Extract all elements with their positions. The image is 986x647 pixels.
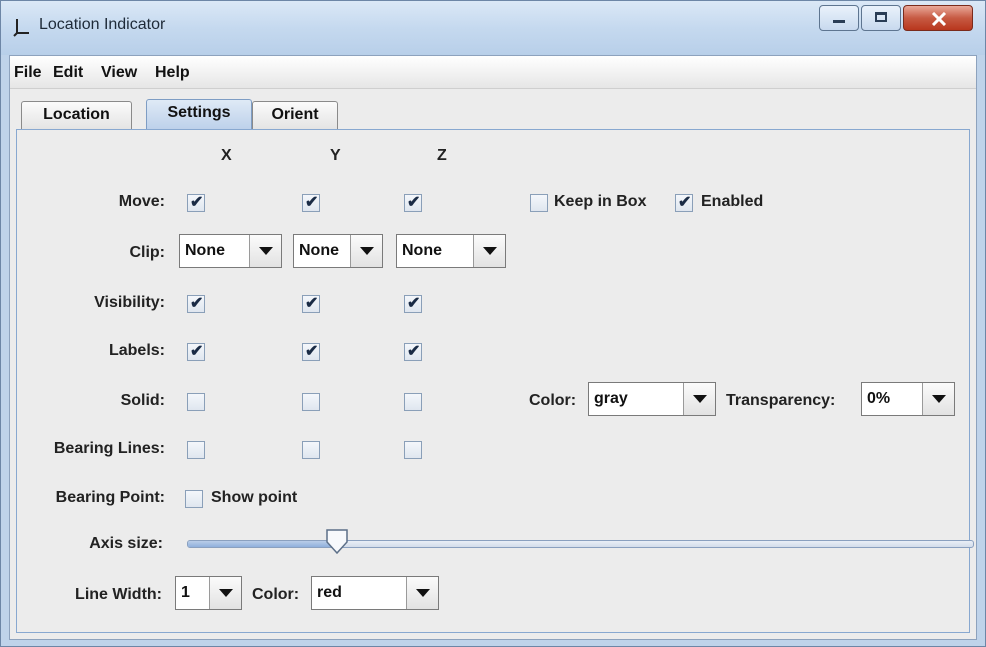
client-area: File Edit View Help Location Settings Or… [9,55,977,640]
line-width-dropdown-button[interactable] [209,577,241,609]
line-color-label: Color: [252,586,300,603]
clip-label: Clip: [129,244,165,261]
line-color-value: red [317,584,342,601]
labels-label: Labels: [108,342,165,359]
visibility-z-checkbox[interactable]: ✔ [404,295,422,313]
enabled-label: Enabled [701,193,764,210]
visibility-y-checkbox[interactable]: ✔ [302,295,320,313]
clip-z-value: None [402,242,442,259]
transparency-label: Transparency: [726,392,836,409]
bearing-lines-z-checkbox[interactable] [404,441,422,459]
menu-help[interactable]: Help [155,64,190,82]
check-icon: ✔ [305,194,319,211]
chevron-down-icon [483,247,497,255]
maximize-button[interactable] [861,5,901,31]
chevron-down-icon [693,395,707,403]
tab-location[interactable]: Location [21,101,132,129]
transparency-value: 0% [867,390,891,407]
move-z-checkbox[interactable]: ✔ [404,194,422,212]
check-icon: ✔ [678,194,692,211]
axis-header-x: X [221,147,232,164]
check-icon: ✔ [407,343,421,360]
move-label: Move: [118,193,165,210]
line-width-label: Line Width: [75,586,162,603]
line-color-dropdown-button[interactable] [406,577,438,609]
axis-size-fill [188,541,338,547]
labels-x-checkbox[interactable]: ✔ [187,343,205,361]
move-x-checkbox[interactable]: ✔ [187,194,205,212]
close-button[interactable] [903,5,973,31]
menu-view[interactable]: View [101,64,137,82]
minimize-icon [833,20,845,23]
chevron-down-icon [416,589,430,597]
clip-x-value: None [185,242,225,259]
show-point-label: Show point [211,489,298,506]
check-icon: ✔ [190,194,204,211]
line-width-value: 1 [181,584,190,601]
chevron-down-icon [932,395,946,403]
title-bar[interactable]: Location Indicator [1,1,985,55]
transparency-select[interactable]: 0% [861,382,955,416]
bearing-lines-label: Bearing Lines: [53,440,165,457]
line-color-select[interactable]: red [311,576,439,610]
move-y-checkbox[interactable]: ✔ [302,194,320,212]
check-icon: ✔ [190,295,204,312]
visibility-x-checkbox[interactable]: ✔ [187,295,205,313]
solid-z-checkbox[interactable] [404,393,422,411]
settings-panel: X Y Z Move: ✔ ✔ ✔ Keep in Box ✔ Enabled … [16,129,974,633]
menu-edit[interactable]: Edit [53,64,83,82]
bearing-point-label: Bearing Point: [55,489,165,506]
axis-size-label: Axis size: [89,535,163,552]
chevron-down-icon [360,247,374,255]
labels-y-checkbox[interactable]: ✔ [302,343,320,361]
check-icon: ✔ [305,295,319,312]
axis-size-slider[interactable] [187,540,974,548]
solid-color-label: Color: [529,392,577,409]
bearing-lines-x-checkbox[interactable] [187,441,205,459]
show-point-checkbox[interactable] [185,490,203,508]
solid-color-value: gray [594,390,628,407]
minimize-button[interactable] [819,5,859,31]
menu-bar: File Edit View Help [10,56,976,89]
clip-x-dropdown-button[interactable] [249,235,281,267]
chevron-down-icon [219,589,233,597]
axis-header-z: Z [437,147,447,164]
labels-z-checkbox[interactable]: ✔ [404,343,422,361]
check-icon: ✔ [305,343,319,360]
clip-z-dropdown-button[interactable] [473,235,505,267]
clip-y-dropdown-button[interactable] [350,235,382,267]
solid-color-select[interactable]: gray [588,382,716,416]
bearing-lines-y-checkbox[interactable] [302,441,320,459]
menu-file[interactable]: File [14,64,42,82]
chevron-down-icon [259,247,273,255]
tab-settings[interactable]: Settings [146,99,252,130]
visibility-label: Visibility: [94,294,165,311]
check-icon: ✔ [407,194,421,211]
solid-y-checkbox[interactable] [302,393,320,411]
transparency-dropdown-button[interactable] [922,383,954,415]
check-icon: ✔ [407,295,421,312]
clip-y-select[interactable]: None [293,234,383,268]
axis-size-thumb[interactable] [325,529,349,555]
solid-label: Solid: [120,392,165,409]
clip-z-select[interactable]: None [396,234,506,268]
keep-in-box-label: Keep in Box [554,193,647,210]
keep-in-box-checkbox[interactable] [530,194,548,212]
close-icon [931,12,947,26]
axis-header-y: Y [330,147,341,164]
enabled-checkbox[interactable]: ✔ [675,194,693,212]
clip-x-select[interactable]: None [179,234,282,268]
location-indicator-window: Location Indicator File Edit View Help L… [0,0,986,647]
tab-orient[interactable]: Orient [252,101,338,129]
maximize-icon [875,12,887,22]
app-axis-icon [13,19,29,37]
window-title: Location Indicator [39,16,166,33]
line-width-select[interactable]: 1 [175,576,242,610]
solid-x-checkbox[interactable] [187,393,205,411]
solid-color-dropdown-button[interactable] [683,383,715,415]
clip-y-value: None [299,242,339,259]
check-icon: ✔ [190,343,204,360]
